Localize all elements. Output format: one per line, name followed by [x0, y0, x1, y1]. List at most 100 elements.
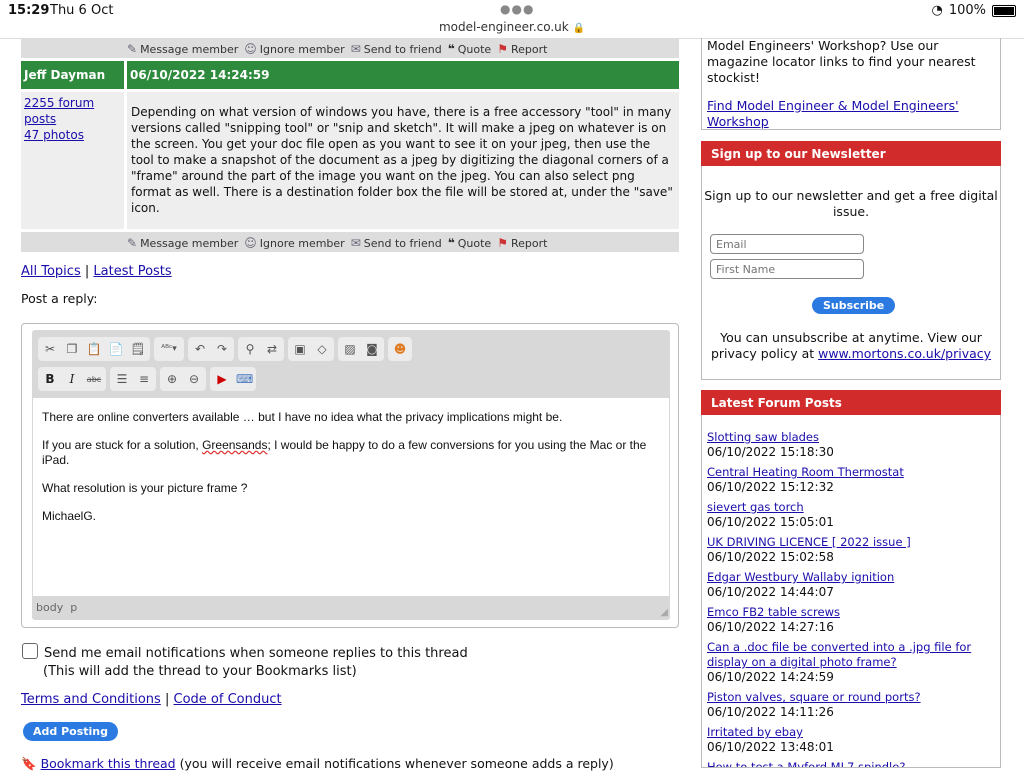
send-to-friend-button[interactable]: ✉ Send to friend	[351, 236, 442, 250]
message-member-button[interactable]: ✎ Message member	[127, 236, 238, 250]
paste-text-icon[interactable]: 📄	[108, 342, 124, 356]
bookmark-thread-link[interactable]: Bookmark this thread	[41, 756, 176, 771]
unsubscribe-note: You can unsubscribe at anytime. View our…	[710, 330, 992, 361]
eraser-icon[interactable]: ◇	[314, 342, 330, 356]
email-field[interactable]	[710, 234, 864, 254]
message-icon: ✎	[127, 236, 138, 250]
spellcheck-icon[interactable]: ᴬᴮᶜ▾	[158, 344, 180, 354]
report-button[interactable]: ⚑ Report	[497, 42, 547, 56]
envelope-icon: ✉	[350, 236, 361, 250]
latest-posts-list: Slotting saw blades 06/10/2022 15:18:30 Ce…	[707, 430, 997, 767]
person-icon: ☺	[244, 42, 257, 56]
forum-post-link[interactable]: Slotting saw blades	[707, 430, 997, 445]
forum-post-date: 06/10/2022 13:48:01	[707, 740, 834, 754]
flag-icon: ⚑	[497, 42, 508, 56]
redo-icon[interactable]: ↷	[214, 342, 230, 356]
notify-checkbox[interactable]	[22, 643, 38, 659]
toolbar-group-find: ⚲ ⇄	[238, 337, 284, 361]
list-item: How to test a Myford ML7 spindle?	[707, 760, 997, 767]
locator-text: Model Engineers' Workshop? Use our magaz…	[707, 38, 976, 85]
latest-posts-link[interactable]: Latest Posts	[93, 264, 171, 279]
list-item: UK DRIVING LICENCE [ 2022 issue ] 06/10/2…	[707, 535, 997, 565]
latest-posts-header: Latest Forum Posts	[701, 390, 1001, 415]
paste-icon[interactable]: 📋	[86, 342, 102, 356]
url-text: model-engineer.co.uk	[438, 20, 569, 34]
send-to-friend-button[interactable]: ✉ Send to friend	[351, 42, 442, 56]
battery-percent: 100%	[948, 3, 986, 18]
editor-element-path: body p	[36, 601, 78, 614]
replace-icon[interactable]: ⇄	[264, 342, 280, 356]
all-topics-link[interactable]: All Topics	[21, 264, 81, 279]
newsletter-text: Sign up to our newsletter and get a free…	[704, 188, 998, 219]
first-name-field[interactable]	[710, 259, 864, 279]
editor-content[interactable]: There are online converters available … …	[33, 398, 669, 596]
toolbar-group-lists: ☰ ≡	[110, 367, 156, 391]
toolbar-group-clipboard: ✂ ❐ 📋 📄 🗒	[38, 337, 150, 361]
toolbar-group-history: ↶ ↷	[188, 337, 234, 361]
date: Thu 6 Oct	[50, 3, 114, 18]
newsletter-box: Sign up to our newsletter and get a free…	[701, 166, 1001, 380]
bullet-list-icon[interactable]: ≡	[136, 372, 152, 386]
notify-label: Send me email notifications when someone…	[44, 646, 468, 661]
embed-icon[interactable]: ⌨	[236, 372, 253, 386]
forum-post-link[interactable]: Irritated by ebay	[707, 725, 997, 740]
notify-sublabel: (This will add the thread to your Bookma…	[43, 664, 357, 679]
more-icon[interactable]: ●●●	[500, 2, 534, 16]
post-text: Depending on what version of windows you…	[127, 92, 679, 229]
forum-post-link[interactable]: UK DRIVING LICENCE [ 2022 issue ]	[707, 535, 997, 550]
toolbar-group-embed: ▶ ⌨	[210, 367, 256, 391]
image-icon[interactable]: ▨	[342, 342, 358, 356]
list-item: Central Heating Room Thermostat 06/10/202…	[707, 465, 997, 495]
cut-icon[interactable]: ✂	[42, 342, 58, 356]
forum-post-link[interactable]: How to test a Myford ML7 spindle?	[707, 760, 997, 767]
select-all-icon[interactable]: ▣	[292, 342, 308, 356]
code-of-conduct-link[interactable]: Code of Conduct	[174, 692, 282, 707]
bookmark-icon: 🔖	[21, 756, 37, 771]
copy-icon[interactable]: ❐	[64, 342, 80, 356]
post-date: 06/10/2022 14:24:59	[127, 61, 679, 89]
add-posting-button[interactable]: Add Posting	[23, 722, 118, 741]
resize-handle-icon[interactable]: ◢	[660, 607, 668, 618]
clock: 15:29	[8, 3, 50, 18]
terms-link[interactable]: Terms and Conditions	[21, 692, 161, 707]
numbered-list-icon[interactable]: ☰	[114, 372, 130, 386]
locator-link[interactable]: Find Model Engineer & Model Engineers' W…	[707, 98, 995, 130]
forum-post-link[interactable]: Edgar Westbury Wallaby ignition	[707, 570, 997, 585]
forum-post-link[interactable]: Can a .doc file be converted into a .jpg…	[707, 640, 997, 670]
link-icon[interactable]: ⊕	[164, 372, 180, 386]
forum-post-link[interactable]: Emco FB2 table screws	[707, 605, 997, 620]
quote-button[interactable]: ❝ Quote	[448, 42, 492, 56]
report-button[interactable]: ⚑ Report	[497, 236, 547, 250]
smiley-icon[interactable]: ☻	[392, 342, 408, 356]
toolbar-group-select: ▣ ◇	[288, 337, 334, 361]
forum-posts-link[interactable]: 2255 forum posts	[24, 96, 94, 126]
undo-icon[interactable]: ↶	[192, 342, 208, 356]
forum-post-link[interactable]: Piston valves, square or round ports?	[707, 690, 997, 705]
ignore-member-button[interactable]: ☺ Ignore member	[244, 42, 344, 56]
editor-frame: ✂ ❐ 📋 📄 🗒 ᴬᴮᶜ▾ ↶ ↷ ⚲ ⇄ ▣ ◇ ▨ ◙ ☻ B I abc…	[32, 330, 670, 620]
forum-post-date: 06/10/2022 15:18:30	[707, 445, 834, 459]
forum-post-link[interactable]: sievert gas torch	[707, 500, 997, 515]
bold-button[interactable]: B	[42, 372, 58, 386]
quote-icon: ❝	[447, 236, 455, 250]
list-item: Emco FB2 table screws 06/10/2022 14:27:16	[707, 605, 997, 635]
find-icon[interactable]: ⚲	[242, 342, 258, 356]
topic-nav: All Topics | Latest Posts	[21, 264, 679, 279]
quote-button[interactable]: ❝ Quote	[448, 236, 492, 250]
youtube-icon[interactable]: ▶	[214, 372, 230, 386]
privacy-link[interactable]: www.mortons.co.uk/privacy	[818, 346, 991, 361]
editor-paragraph: What resolution is your picture frame ?	[42, 481, 248, 495]
unlink-icon[interactable]: ⊖	[186, 372, 202, 386]
subscribe-button[interactable]: Subscribe	[812, 297, 896, 314]
paste-word-icon[interactable]: 🗒	[130, 342, 146, 356]
camera-icon[interactable]: ◙	[364, 342, 380, 356]
address-bar[interactable]: model-engineer.co.uk 🔒	[0, 20, 1024, 34]
message-member-button[interactable]: ✎ Message member	[127, 42, 238, 56]
forum-post-link[interactable]: Central Heating Room Thermostat	[707, 465, 997, 480]
strikethrough-button[interactable]: abc	[86, 375, 102, 384]
italic-button[interactable]: I	[64, 372, 80, 386]
ignore-member-button[interactable]: ☺ Ignore member	[244, 236, 344, 250]
envelope-icon: ✉	[350, 42, 361, 56]
notify-option: Send me email notifications when someone…	[22, 643, 468, 681]
photos-link[interactable]: 47 photos	[24, 128, 84, 142]
